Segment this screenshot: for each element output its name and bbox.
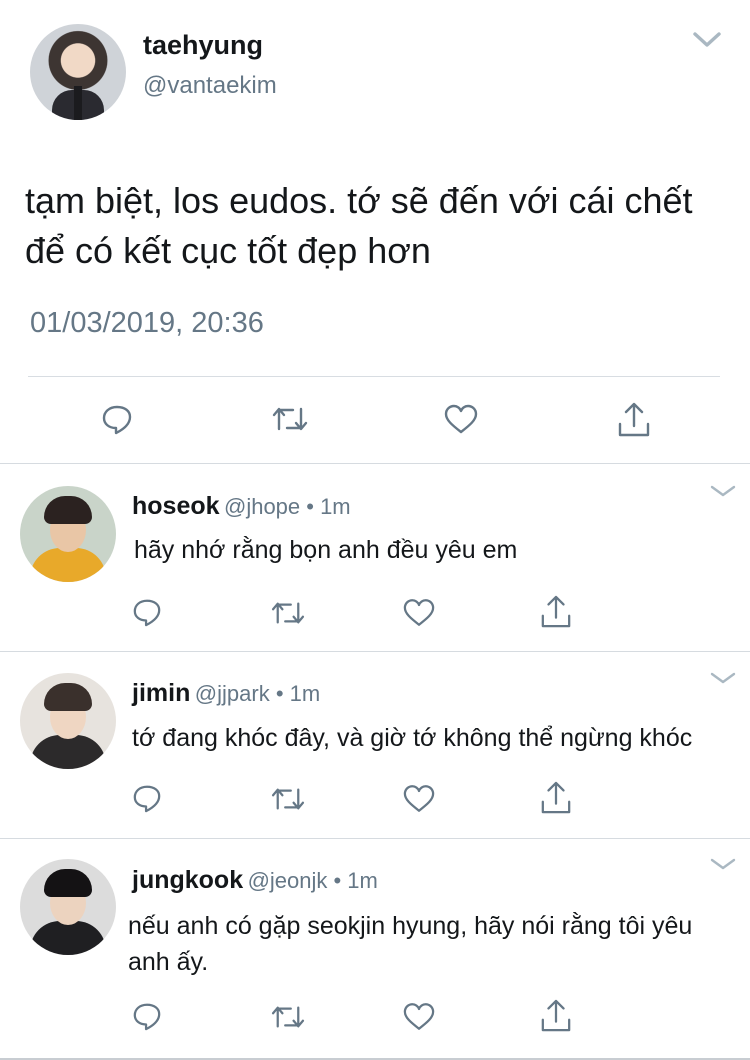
reply-icon[interactable]	[132, 597, 162, 627]
reply-icon[interactable]	[132, 1001, 162, 1031]
reply-header: jungkook @jeonjk • 1m	[132, 866, 378, 895]
like-icon[interactable]	[403, 1002, 435, 1031]
share-icon[interactable]	[540, 999, 572, 1033]
divider	[0, 651, 750, 652]
author-handle[interactable]: @vantaekim	[143, 72, 277, 100]
author-avatar[interactable]	[30, 24, 126, 120]
reply-avatar[interactable]	[20, 859, 116, 955]
reply-text: hãy nhớ rằng bọn anh đều yêu em	[134, 536, 518, 564]
share-icon[interactable]	[617, 402, 651, 438]
divider	[28, 376, 720, 377]
chevron-down-icon[interactable]	[709, 857, 737, 871]
like-icon[interactable]	[403, 784, 435, 813]
reply-author-name[interactable]: jimin	[132, 679, 190, 707]
reply-text: nếu anh có gặp seokjin hyung, hãy nói rằ…	[128, 912, 693, 976]
chevron-down-icon[interactable]	[709, 671, 737, 685]
reply-icon[interactable]	[132, 783, 162, 813]
tweet-text: tạm biệt, los eudos. tớ sẽ đến với cái c…	[25, 180, 693, 271]
reply-author-name[interactable]: hoseok	[132, 492, 220, 520]
reply-header: jimin @jjpark • 1m	[132, 679, 320, 708]
share-icon[interactable]	[540, 781, 572, 815]
reply-icon[interactable]	[101, 403, 133, 435]
divider	[0, 838, 750, 839]
reply-text: tớ đang khóc đây, và giờ tớ không thể ng…	[132, 724, 693, 752]
divider	[0, 463, 750, 464]
chevron-down-icon[interactable]	[689, 28, 725, 52]
reply-header: hoseok @jhope • 1m	[132, 492, 351, 521]
share-icon[interactable]	[540, 595, 572, 629]
reply-handle-time[interactable]: @jeonjk • 1m	[248, 868, 378, 893]
reply-author-name[interactable]: jungkook	[132, 866, 243, 894]
author-name[interactable]: taehyung	[143, 30, 263, 61]
retweet-icon[interactable]	[270, 1003, 306, 1031]
reply-avatar[interactable]	[20, 673, 116, 769]
retweet-icon[interactable]	[270, 785, 306, 813]
retweet-icon[interactable]	[270, 599, 306, 627]
reply-handle-time[interactable]: @jhope • 1m	[224, 494, 351, 519]
like-icon[interactable]	[403, 598, 435, 627]
tweet-timestamp[interactable]: 01/03/2019, 20:36	[30, 307, 264, 340]
retweet-icon[interactable]	[271, 404, 309, 434]
chevron-down-icon[interactable]	[709, 484, 737, 498]
reply-handle-time[interactable]: @jjpark • 1m	[195, 681, 320, 706]
like-icon[interactable]	[444, 404, 478, 434]
reply-avatar[interactable]	[20, 486, 116, 582]
